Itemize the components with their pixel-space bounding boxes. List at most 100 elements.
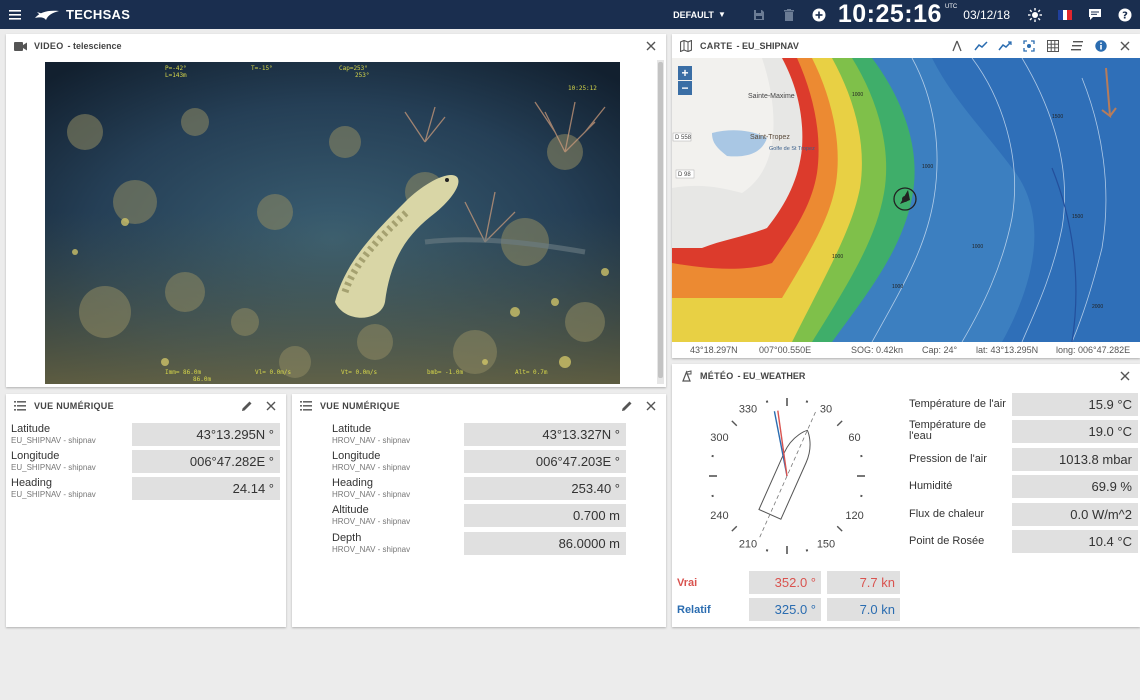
add-icon[interactable] bbox=[808, 0, 830, 29]
map-status-bar: 43°18.297N 007°00.550E SOG: 0.42kn Cap: … bbox=[672, 342, 1140, 358]
row-value: 006°47.203E ° bbox=[464, 450, 626, 473]
panel-title: VUE NUMÉRIQUE bbox=[34, 401, 114, 411]
row-source: HROV_NAV - shipnav bbox=[332, 545, 411, 554]
menu-icon[interactable] bbox=[0, 0, 30, 29]
weather-panel: MÉTÉO - EU_WEATHER 330 30 300 60 240 120 210 15… bbox=[672, 364, 1140, 627]
row-label: Longitude bbox=[332, 450, 381, 462]
relative-wind-speed: 7.0 kn bbox=[827, 598, 900, 621]
help-icon[interactable]: ? bbox=[1114, 0, 1136, 29]
osd-cap: Cap=253° bbox=[339, 65, 368, 72]
info-icon[interactable] bbox=[1092, 34, 1110, 58]
panel-title: VUE NUMÉRIQUE bbox=[320, 401, 400, 411]
row-value: 43°13.295N ° bbox=[132, 423, 280, 446]
compass-tick bbox=[805, 400, 809, 403]
track-line-icon[interactable] bbox=[972, 34, 990, 58]
road-label: D 558 bbox=[672, 132, 692, 142]
delete-icon[interactable] bbox=[778, 0, 800, 29]
osd-trim: T=-15° bbox=[251, 65, 273, 72]
panel-title: CARTE bbox=[700, 41, 733, 51]
panel-subtitle: - telescience bbox=[67, 41, 122, 51]
compass-tool-icon[interactable] bbox=[948, 34, 966, 58]
save-icon[interactable] bbox=[748, 0, 770, 29]
data-row-latitude: Latitude EU_SHIPNAV - shipnav 43°13.295N… bbox=[6, 423, 286, 447]
row-label: Latitude bbox=[11, 423, 51, 435]
speed-over-ground: SOG: 0.42kn bbox=[851, 345, 904, 355]
video-camera-icon bbox=[12, 39, 28, 53]
compass-label: 150 bbox=[817, 539, 835, 551]
video-feed[interactable]: P=-42° T=-15° Cap=253° L=143m 253° 10:25… bbox=[45, 62, 620, 384]
row-label: Température de l'air bbox=[909, 398, 1006, 410]
track-line-alt-icon[interactable] bbox=[996, 34, 1014, 58]
edit-icon[interactable] bbox=[618, 394, 636, 418]
road-label-text: D 98 bbox=[678, 172, 691, 178]
chevron-down-icon[interactable]: ▼ bbox=[718, 10, 726, 19]
osd-vl: Vl= 0.0m/s bbox=[255, 369, 292, 376]
profile-selector[interactable]: DEFAULT bbox=[673, 10, 714, 20]
top-bar: TECHSAS DEFAULT ▼ 10:25:16 UTC 03/12/18 … bbox=[0, 0, 1140, 29]
video-scrollbar[interactable] bbox=[657, 60, 664, 384]
language-flag-icon[interactable] bbox=[1054, 0, 1076, 29]
brightness-icon[interactable] bbox=[1024, 0, 1046, 29]
wind-compass: 330 30 300 60 240 120 210 150 bbox=[709, 398, 865, 554]
true-wind-speed: 7.7 kn bbox=[827, 571, 900, 594]
ship-longitude: long: 006°47.282E bbox=[1056, 345, 1131, 355]
relative-wind-direction: 325.0 ° bbox=[749, 598, 821, 621]
row-label: Heading bbox=[332, 477, 373, 489]
compass-tick bbox=[836, 525, 843, 532]
clock: 10:25:16 bbox=[837, 0, 942, 28]
row-value: 43°13.327N ° bbox=[464, 423, 626, 446]
row-value: 15.9 °C bbox=[1012, 393, 1138, 416]
road-label: D 98 bbox=[675, 169, 695, 179]
compass-label: 60 bbox=[848, 432, 860, 444]
grid-icon[interactable] bbox=[1044, 34, 1062, 58]
close-icon[interactable] bbox=[642, 394, 660, 418]
panel-subtitle: - EU_WEATHER bbox=[737, 371, 806, 381]
close-icon[interactable] bbox=[262, 394, 280, 418]
center-view-icon[interactable] bbox=[1020, 34, 1038, 58]
map-panel: CARTE - EU_SHIPNAV Sainte-Maxime Saint-T… bbox=[672, 34, 1140, 358]
zoom-out-button[interactable]: − bbox=[678, 81, 692, 95]
osd-altitude: Alt= 0.7m bbox=[515, 369, 548, 376]
panel-subtitle: - EU_SHIPNAV bbox=[736, 41, 799, 51]
data-row-latitude: Latitude HROV_NAV - shipnav 43°13.327N ° bbox=[292, 423, 666, 447]
row-source: EU_SHIPNAV - shipnav bbox=[11, 490, 96, 499]
osd-length: L=143m bbox=[165, 72, 187, 79]
contour-label: 1500 bbox=[1052, 114, 1063, 120]
edit-icon[interactable] bbox=[238, 394, 256, 418]
chart-map[interactable]: Sainte-Maxime Saint-Tropez Golfe de St T… bbox=[672, 58, 1140, 342]
row-value: 69.9 % bbox=[1012, 475, 1138, 498]
row-source: EU_SHIPNAV - shipnav bbox=[11, 463, 96, 472]
compass-tick bbox=[765, 549, 769, 552]
compass-tick bbox=[711, 454, 714, 458]
data-row-altitude: Altitude HROV_NAV - shipnav 0.700 m bbox=[292, 504, 666, 528]
compass-tick bbox=[731, 525, 738, 532]
compass-label: 330 bbox=[739, 403, 757, 415]
close-icon[interactable] bbox=[1116, 34, 1134, 58]
data-row-longitude: Longitude EU_SHIPNAV - shipnav 006°47.28… bbox=[6, 450, 286, 474]
zoom-in-button[interactable]: + bbox=[678, 66, 692, 80]
layers-icon[interactable] bbox=[1068, 34, 1086, 58]
osd-vt: Vt= 0.0m/s bbox=[341, 369, 378, 376]
row-value: 19.0 °C bbox=[1012, 420, 1138, 443]
numeric-panel-hrov: VUE NUMÉRIQUE Latitude HROV_NAV - shipna… bbox=[292, 394, 666, 627]
list-icon bbox=[298, 399, 314, 413]
utc-label: UTC bbox=[944, 4, 958, 10]
osd-immersion-2: 86.0m bbox=[193, 376, 212, 383]
data-row-heading: Heading EU_SHIPNAV - shipnav 24.14 ° bbox=[6, 477, 286, 501]
video-panel: VIDEO - telescience P=-42° T=-15° Cap=25… bbox=[6, 34, 666, 387]
row-label: Température de l'eau bbox=[909, 419, 987, 442]
close-icon[interactable] bbox=[1116, 364, 1134, 388]
contour-label: 1000 bbox=[922, 164, 933, 170]
map-place-label: Sainte-Maxime bbox=[748, 93, 795, 100]
compass-tick bbox=[860, 454, 863, 458]
row-source: HROV_NAV - shipnav bbox=[332, 517, 411, 526]
compass-label: 300 bbox=[710, 432, 728, 444]
row-label: Flux de chaleur bbox=[909, 508, 985, 520]
techsas-logo-icon bbox=[35, 10, 59, 20]
chat-icon[interactable] bbox=[1084, 0, 1106, 29]
close-icon[interactable] bbox=[642, 34, 660, 58]
list-icon bbox=[12, 399, 28, 413]
course: Cap: 24° bbox=[922, 345, 958, 355]
row-label: Heading bbox=[11, 477, 52, 489]
svg-text:?: ? bbox=[1122, 10, 1128, 21]
